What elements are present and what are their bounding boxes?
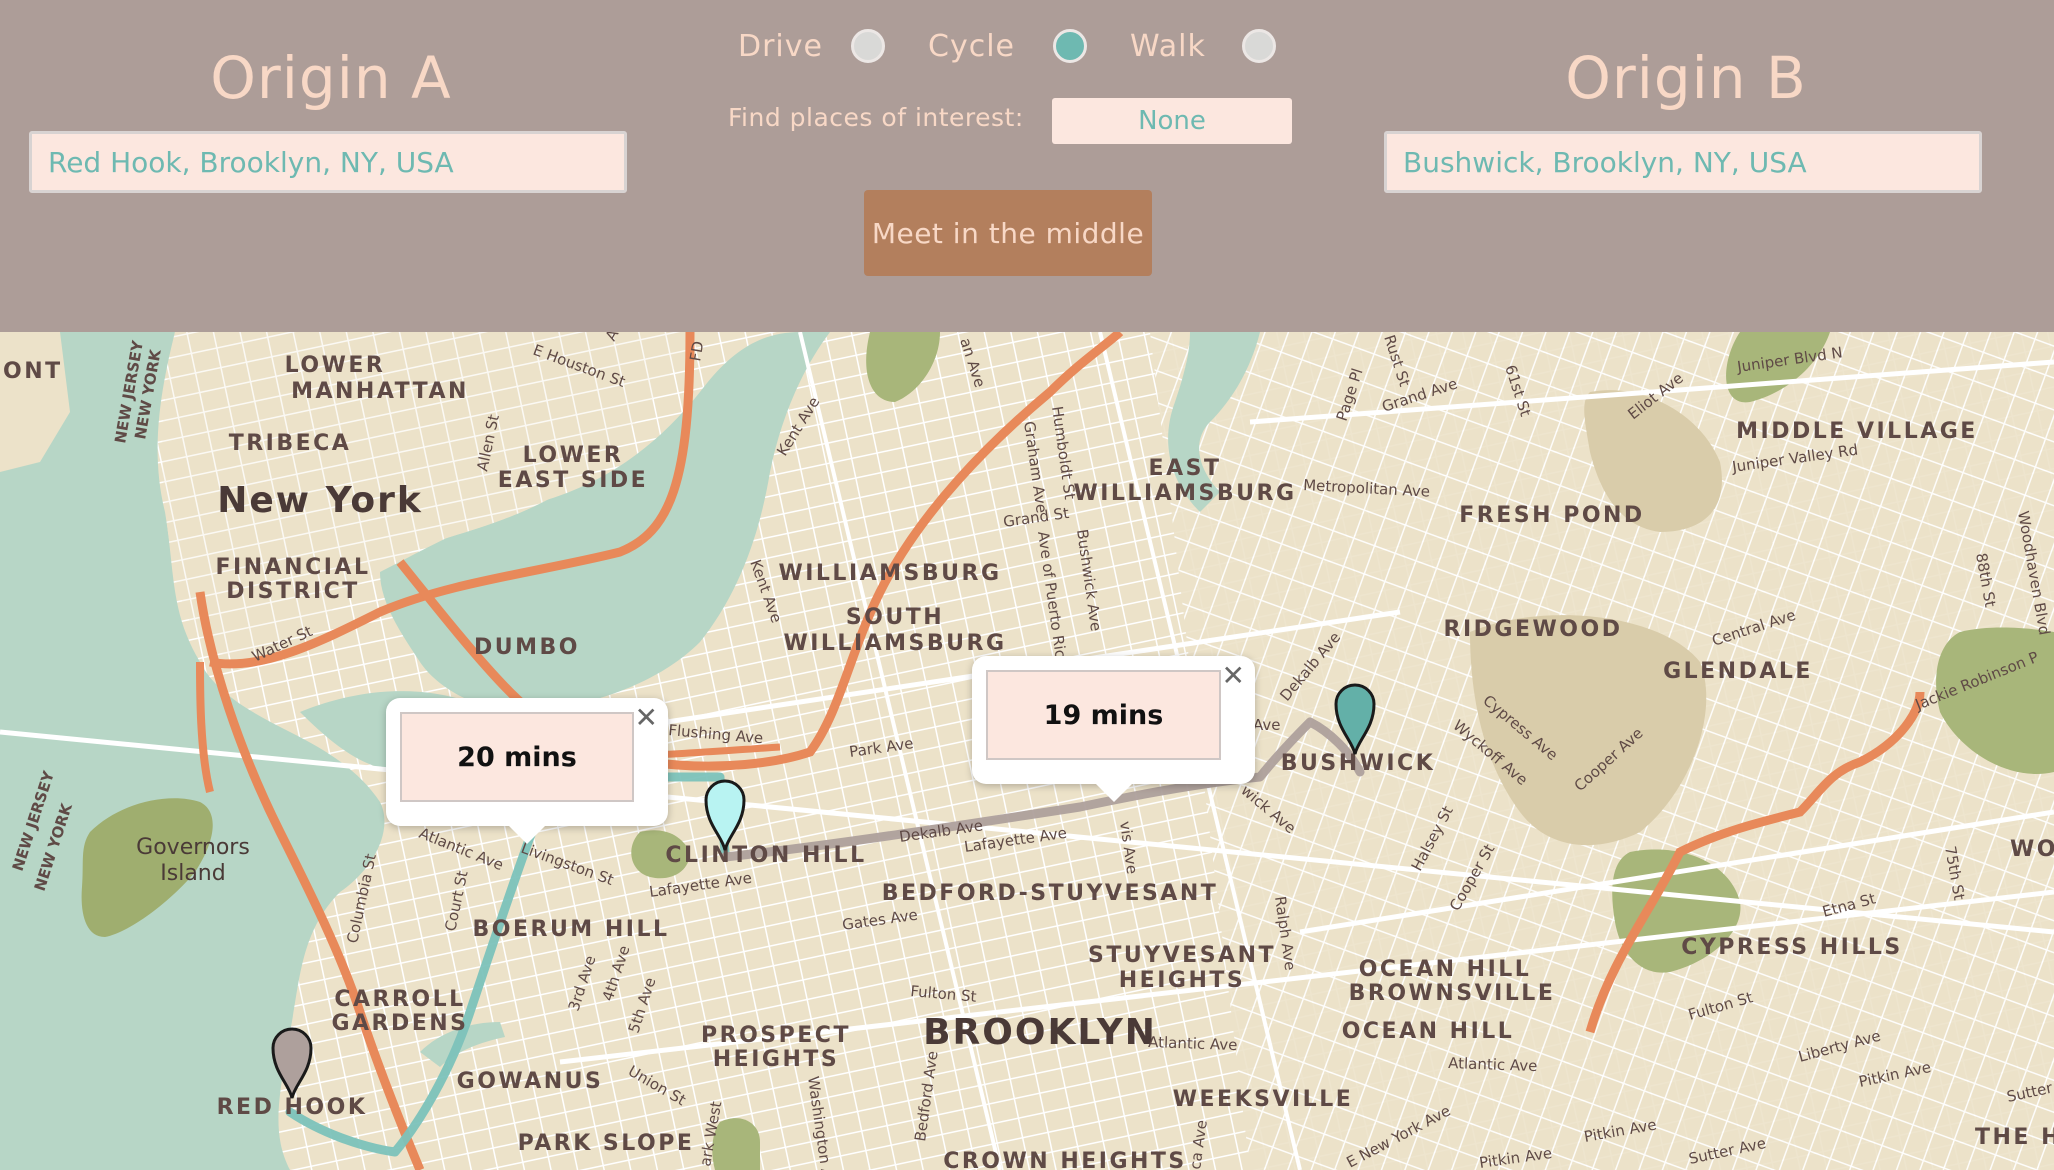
label-ocean-hill-brownsville-1: OCEAN HILL [1359,957,1532,982]
label-financial-district-1: FINANCIAL [216,555,371,580]
mode-drive-label: Drive [738,28,823,64]
street-atlantic-2: Atlantic Ave [1148,1033,1238,1054]
label-glendale: GLENDALE [1663,659,1813,684]
mode-cycle-radio[interactable] [1053,29,1087,63]
label-stuyvesant-heights-1: STUYVESANT [1088,943,1276,968]
origin-b-input[interactable] [1384,131,1982,193]
mode-walk[interactable]: Walk [1130,22,1276,70]
close-icon[interactable]: ✕ [635,704,658,732]
marker-pin-icon [1334,683,1376,755]
street-ave-fragment: Ave [1253,716,1281,734]
travel-time-a: 20 mins [400,712,634,802]
mode-cycle-label: Cycle [928,28,1015,64]
street-fd-fragment: FD [686,340,707,363]
label-south-williamsburg-2: WILLIAMSBURG [783,631,1006,656]
label-ont: ONT [3,359,63,384]
mode-walk-label: Walk [1130,28,1206,64]
origin-b-title: Origin B [1565,44,1807,112]
label-wood: WOOD [2010,837,2054,862]
label-east-williamsburg-1: EAST [1149,456,1222,481]
label-brooklyn: BROOKLYN [923,1012,1157,1053]
app-root: Origin A Drive Cycle Walk Find places of… [0,0,2054,1170]
label-prospect-heights-2: HEIGHTS [713,1047,839,1072]
label-bedford-stuyvesant: BEDFORD-STUYVESANT [882,881,1219,906]
label-prospect-heights-1: PROSPECT [701,1023,851,1048]
label-middle-village: MIDDLE VILLAGE [1736,419,1978,444]
marker-pin-icon [704,779,746,851]
label-williamsburg: WILLIAMSBURG [778,561,1001,586]
label-new-york: New York [217,480,423,521]
marker-pin-icon [271,1027,313,1099]
origin-a-title: Origin A [210,44,452,112]
info-window-b: 19 mins ✕ [972,656,1255,802]
label-lower-manhattan-1: LOWER [285,353,386,378]
travel-time-b: 19 mins [986,670,1221,760]
mode-walk-radio[interactable] [1242,29,1276,63]
label-weeksville: WEEKSVILLE [1173,1087,1354,1112]
label-lower-east-side-2: EAST SIDE [498,468,648,493]
label-ridgewood: RIDGEWOOD [1444,617,1623,642]
label-boerum-hill: BOERUM HILL [473,917,670,942]
label-fresh-pond: FRESH POND [1459,503,1644,528]
label-park-slope: PARK SLOPE [518,1131,695,1156]
midpoint-marker[interactable] [702,776,748,852]
label-gowanus: GOWANUS [457,1069,604,1094]
poi-select[interactable]: None [1052,98,1292,144]
label-south-williamsburg-1: SOUTH [846,605,944,630]
label-ocean-hill-brownsville-2: BROWNSVILLE [1349,981,1556,1006]
mode-drive-radio[interactable] [851,29,885,63]
label-financial-district-2: DISTRICT [226,579,360,604]
label-lower-east-side-1: LOWER [523,443,624,468]
info-window-a: 20 mins ✕ [386,698,668,844]
label-carroll-gardens-2: GARDENS [331,1011,468,1036]
label-ocean-hill: OCEAN HILL [1342,1019,1515,1044]
label-cypress-hills: CYPRESS HILLS [1681,935,1903,960]
label-dumbo: DUMBO [474,635,580,660]
mode-drive[interactable]: Drive [738,22,885,70]
label-clinton-hill: CLINTON HILL [665,843,866,868]
poi-label: Find places of interest: [728,103,1024,132]
label-governors-2: Island [160,861,225,886]
origin-b-marker[interactable] [1332,680,1378,756]
label-the-ho: THE HO [1975,1125,2054,1150]
label-governors-1: Governors [136,835,250,860]
label-lower-manhattan-2: MANHATTAN [291,379,469,404]
label-crown-heights: CROWN HEIGHTS [943,1149,1187,1170]
close-icon[interactable]: ✕ [1222,662,1245,690]
mode-cycle[interactable]: Cycle [928,22,1087,70]
label-tribeca: TRIBECA [229,431,352,456]
origin-a-marker[interactable] [269,1024,315,1100]
header-panel: Origin A Drive Cycle Walk Find places of… [0,0,2054,332]
label-east-williamsburg-2: WILLIAMSBURG [1073,481,1296,506]
meet-in-the-middle-button[interactable]: Meet in the middle [864,190,1152,276]
label-carroll-gardens-1: CARROLL [334,987,465,1012]
label-stuyvesant-heights-2: HEIGHTS [1119,968,1245,993]
street-atlantic-3: Atlantic Ave [1448,1054,1538,1075]
origin-a-input[interactable] [29,131,627,193]
